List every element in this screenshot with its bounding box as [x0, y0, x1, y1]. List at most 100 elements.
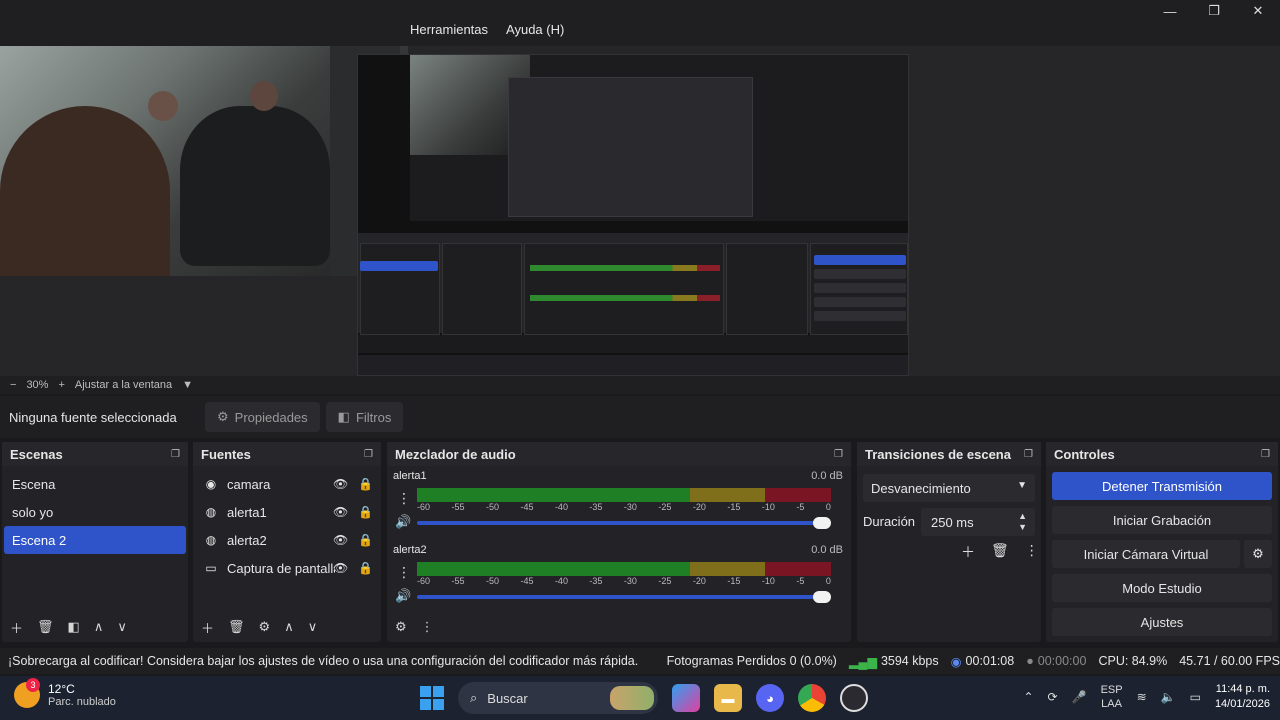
add-scene-icon[interactable]: ＋: [10, 618, 23, 637]
start-virtual-camera-button[interactable]: Iniciar Cámara Virtual: [1052, 540, 1240, 568]
speaker-icon[interactable]: 🔊: [395, 514, 411, 530]
chrome-icon[interactable]: [798, 684, 826, 712]
scene-filters-icon[interactable]: ◧: [68, 619, 80, 635]
speaker-icon[interactable]: 🔊: [395, 588, 411, 604]
menu-herramientas[interactable]: Herramientas: [410, 22, 488, 37]
chevron-up-icon[interactable]: ⌃: [1023, 690, 1033, 704]
remove-scene-icon[interactable]: 🗑: [37, 619, 54, 635]
wifi-icon[interactable]: ≋: [1137, 690, 1147, 704]
file-explorer-icon[interactable]: ▬: [714, 684, 742, 712]
source-properties-gear-icon[interactable]: ⚙: [259, 619, 271, 635]
start-recording-button[interactable]: Iniciar Grabación: [1052, 506, 1272, 534]
undock-icon[interactable]: ❐: [1261, 449, 1270, 460]
copilot-icon[interactable]: [672, 684, 700, 712]
undock-icon[interactable]: ❐: [1024, 449, 1033, 460]
sources-dock-title: Fuentes ❐: [193, 442, 381, 466]
zoom-in-button[interactable]: +: [58, 379, 64, 391]
add-transition-icon[interactable]: ＋: [961, 542, 975, 562]
source-item-alerta1[interactable]: ◍ alerta1 👁 🔒: [193, 498, 381, 526]
sources-dock: Fuentes ❐ ◉ camara 👁 🔒 ◍ alerta1 👁 🔒 ◍ a…: [193, 442, 381, 642]
transition-menu-icon[interactable]: ⋮: [1025, 542, 1039, 562]
undock-icon[interactable]: ❐: [834, 449, 843, 460]
obs-icon[interactable]: [840, 684, 868, 712]
settings-button[interactable]: Ajustes: [1052, 608, 1272, 636]
volume-meter: [417, 488, 831, 502]
virtual-camera-settings-gear-icon[interactable]: ⚙: [1244, 540, 1272, 568]
record-icon: ●: [1026, 654, 1034, 668]
maximize-button[interactable]: ❐: [1194, 2, 1234, 20]
lock-icon[interactable]: 🔒: [358, 561, 373, 575]
undock-icon[interactable]: ❐: [364, 449, 373, 460]
cpu-usage: CPU: 84.9%: [1098, 654, 1168, 668]
meter-scale: -60 -55 -50 -45 -40 -35 -30 -25 -20 -15 -10 -5 0: [417, 502, 831, 512]
visibility-eye-icon[interactable]: 👁: [333, 533, 348, 547]
move-down-icon[interactable]: ∨: [117, 619, 127, 635]
volume-slider[interactable]: [417, 517, 831, 529]
visibility-eye-icon[interactable]: 👁: [333, 505, 348, 519]
source-item-alerta2[interactable]: ◍ alerta2 👁 🔒: [193, 526, 381, 554]
browser-icon: ◍: [205, 533, 217, 547]
studio-mode-button[interactable]: Modo Estudio: [1052, 574, 1272, 602]
fit-to-window-label[interactable]: Ajustar a la ventana: [75, 379, 172, 391]
mixer-menu-icon[interactable]: ⋮: [421, 619, 434, 635]
volume-icon[interactable]: 🔈: [1161, 690, 1176, 704]
track-menu-icon[interactable]: ⋮: [397, 564, 411, 581]
stop-streaming-button[interactable]: Detener Transmisión: [1052, 472, 1272, 500]
filters-button[interactable]: ◧ Filtros: [325, 402, 404, 432]
volume-slider-handle[interactable]: [813, 517, 831, 529]
webcam-source-image: [0, 46, 408, 276]
transition-tools: ＋ 🗑 ⋮: [961, 542, 1039, 562]
duration-value: 250 ms: [931, 514, 974, 530]
record-time: 00:00:00: [1037, 654, 1087, 668]
source-item-camara[interactable]: ◉ camara 👁 🔒: [193, 470, 381, 498]
volume-slider-handle[interactable]: [813, 591, 831, 603]
sources-title: Fuentes: [201, 446, 251, 462]
volume-slider[interactable]: [417, 591, 831, 603]
sync-icon[interactable]: ⟳: [1048, 690, 1058, 704]
move-up-icon[interactable]: ∧: [284, 619, 294, 635]
transitions-title: Transiciones de escena: [865, 446, 1011, 462]
scene-item-escena[interactable]: Escena: [4, 470, 186, 498]
language-indicator[interactable]: ESP LAA: [1101, 683, 1123, 711]
minimize-button[interactable]: —: [1150, 2, 1190, 20]
preview-canvas[interactable]: [0, 46, 1280, 376]
lock-icon[interactable]: 🔒: [358, 533, 373, 547]
clock[interactable]: 11:44 p. m. 14/01/2026: [1215, 682, 1270, 712]
chevron-down-icon: ▼: [1017, 480, 1027, 491]
visibility-eye-icon[interactable]: 👁: [333, 477, 348, 491]
taskbar-search[interactable]: ⌕ Buscar: [458, 682, 658, 714]
advanced-audio-gear-icon[interactable]: ⚙: [395, 619, 407, 635]
lock-icon[interactable]: 🔒: [358, 505, 373, 519]
transition-select[interactable]: Desvanecimiento ▼: [863, 474, 1035, 502]
lock-icon[interactable]: 🔒: [358, 477, 373, 491]
remove-transition-icon[interactable]: 🗑: [991, 542, 1009, 562]
undock-icon[interactable]: ❐: [171, 449, 180, 460]
close-button[interactable]: ✕: [1238, 2, 1278, 20]
microphone-icon[interactable]: 🎤: [1072, 690, 1087, 704]
duration-label: Duración: [863, 514, 916, 529]
menu-ayuda[interactable]: Ayuda (H): [506, 22, 564, 37]
scene-item-escena-2[interactable]: Escena 2: [4, 526, 186, 554]
properties-button[interactable]: ⚙ Propiedades: [205, 402, 320, 432]
track-menu-icon[interactable]: ⋮: [397, 490, 411, 507]
zoom-out-button[interactable]: −: [10, 379, 16, 391]
source-label: Captura de pantalla: [227, 560, 335, 576]
duration-input[interactable]: 250 ms ▲ ▼: [921, 508, 1035, 536]
search-highlight-image: [610, 686, 654, 710]
fps: 45.71 / 60.00 FPS: [1179, 654, 1280, 668]
windows-start-icon[interactable]: [420, 686, 444, 710]
duration-spinner-icon[interactable]: ▲ ▼: [1018, 511, 1027, 533]
source-item-captura[interactable]: ▭ Captura de pantalla 👁 🔒: [193, 554, 381, 582]
weather-widget[interactable]: 3 12°C Parc. nublado: [14, 678, 116, 708]
scene-item-solo-yo[interactable]: solo yo: [4, 498, 186, 526]
source-label: camara: [227, 476, 271, 492]
remove-source-icon[interactable]: 🗑: [228, 619, 245, 635]
properties-label: Propiedades: [234, 409, 308, 425]
battery-icon[interactable]: ▭: [1190, 690, 1201, 704]
move-down-icon[interactable]: ∨: [308, 619, 318, 635]
zoom-dropdown-icon[interactable]: ▼: [182, 379, 193, 391]
visibility-eye-icon[interactable]: 👁: [333, 561, 348, 575]
add-source-icon[interactable]: ＋: [201, 618, 214, 637]
discord-icon[interactable]: ◕: [756, 684, 784, 712]
move-up-icon[interactable]: ∧: [94, 619, 104, 635]
